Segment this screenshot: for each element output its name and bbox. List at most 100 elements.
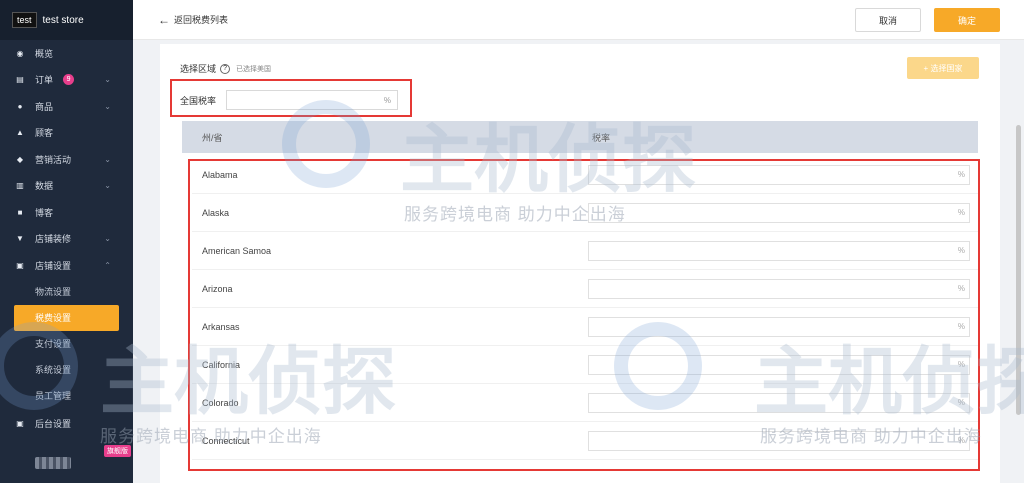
decoration-icon: ▼	[16, 234, 24, 244]
back-arrow-icon: ←	[158, 12, 170, 27]
chevron-icon[interactable]: ⌄	[104, 155, 111, 164]
national-rate-label: 全国税率	[180, 95, 217, 106]
state-rate-input[interactable]: %	[588, 316, 970, 337]
percent-unit: %	[383, 95, 392, 105]
product-icon: ●	[17, 101, 23, 111]
page-scrollbar[interactable]	[1016, 125, 1021, 415]
percent-unit: %	[957, 284, 965, 293]
region-selector: 选择区域 ? 已选择美国	[180, 62, 271, 75]
national-rate-input[interactable]: %	[226, 90, 399, 110]
back-link-label: 返回税费列表	[174, 15, 229, 25]
order-icon: ▤	[16, 75, 24, 85]
sidebar-item-label: 后台设置	[35, 419, 72, 430]
sidebar-item-customer[interactable]: ▲ 顾客	[0, 120, 133, 147]
sidebar-item-label: 概览	[35, 48, 54, 59]
topbar: ← 返回税费列表 取消 确定	[133, 0, 1024, 40]
state-name: American Samoa	[202, 245, 272, 256]
percent-unit: %	[957, 246, 965, 255]
sidebar-item-dashboard[interactable]: ◉ 概览	[0, 40, 133, 67]
order-count-badge: 9	[63, 74, 75, 86]
cancel-button[interactable]: 取消	[855, 8, 921, 32]
column-header-rate: 税率	[592, 132, 611, 143]
state-name: Arkansas	[202, 321, 240, 332]
sidebar-item-blog[interactable]: ■ 博客	[0, 199, 133, 226]
state-rate-input[interactable]: %	[588, 164, 970, 185]
chevron-icon[interactable]: ⌄	[104, 102, 111, 111]
chevron-icon[interactable]: ⌃	[104, 261, 111, 270]
store-header[interactable]: test test store	[0, 0, 133, 40]
help-icon[interactable]: ?	[220, 63, 231, 74]
back-to-tax-list-link[interactable]: ← 返回税费列表	[158, 13, 228, 27]
store-logo: test	[12, 12, 37, 28]
state-rate-input[interactable]: %	[588, 278, 970, 299]
marketing-icon: ◆	[16, 154, 24, 164]
backend-settings-icon: ▣	[16, 419, 24, 429]
chevron-icon[interactable]: ⌄	[104, 75, 111, 84]
sidebar-item-label: 数据	[35, 181, 54, 192]
sidebar-footer[interactable]: 旗舰版	[0, 445, 133, 477]
sidebar-subitem[interactable]: 税费设置	[14, 304, 119, 331]
state-name: Alabama	[202, 169, 238, 180]
sidebar-subitem[interactable]: 员工管理	[0, 383, 133, 409]
state-rate-input[interactable]: %	[588, 202, 970, 223]
store-name: test store	[42, 14, 84, 26]
sidebar-subitem[interactable]: 支付设置	[0, 331, 133, 357]
percent-unit: %	[957, 360, 965, 369]
state-rate-input[interactable]: %	[588, 430, 970, 451]
avatar[interactable]	[35, 457, 71, 469]
data-icon: ▥	[16, 181, 24, 191]
percent-unit: %	[957, 170, 965, 179]
sidebar-subitem[interactable]: 物流设置	[0, 279, 133, 305]
chevron-icon[interactable]: ⌄	[104, 234, 111, 243]
sidebar-item-label: 店铺设置	[35, 260, 72, 271]
sidebar-item-decoration[interactable]: ▼ 店铺装修 ⌄	[0, 226, 133, 253]
table-row: Alabama%	[192, 156, 978, 194]
plan-badge: 旗舰版	[104, 445, 131, 457]
national-rate-row: 全国税率 %	[180, 90, 399, 110]
table-row: Alaska%	[192, 194, 978, 232]
percent-unit: %	[957, 208, 965, 217]
table-row: Arizona%	[192, 270, 978, 308]
region-label: 选择区域	[180, 64, 217, 74]
sidebar-item-label: 店铺装修	[35, 234, 72, 245]
state-name: California	[202, 359, 241, 370]
sidebar-item-label: 订单	[35, 75, 54, 86]
percent-unit: %	[957, 322, 965, 331]
sidebar-item-order[interactable]: ▤ 订单 9 ⌄	[0, 67, 133, 94]
select-country-button[interactable]: + 选择国家	[907, 57, 979, 79]
customer-icon: ▲	[16, 128, 24, 138]
percent-unit: %	[957, 436, 965, 445]
sidebar-item-label: 博客	[35, 207, 54, 218]
sidebar-item-label: 顾客	[35, 128, 54, 139]
table-row: Connecticut%	[192, 422, 978, 460]
sidebar-item-settings[interactable]: ▣ 店铺设置 ⌃	[0, 252, 133, 279]
state-name: Alaska	[202, 207, 230, 218]
sidebar-item-product[interactable]: ● 商品 ⌄	[0, 93, 133, 120]
table-row: California%	[192, 346, 978, 384]
tax-settings-card: 选择区域 ? 已选择美国 + 选择国家 全国税率 % 州/省 税率 Alabam…	[160, 44, 1000, 483]
region-selected-text: 已选择美国	[236, 65, 272, 73]
table-row: Arkansas%	[192, 308, 978, 346]
state-name: Colorado	[202, 397, 239, 408]
chevron-icon[interactable]: ⌄	[104, 181, 111, 190]
state-rate-input[interactable]: %	[588, 354, 970, 375]
sidebar-item-label: 商品	[35, 101, 54, 112]
sidebar-item-backend-settings[interactable]: ▣ 后台设置	[0, 411, 133, 438]
dashboard-icon: ◉	[16, 48, 24, 58]
sidebar-subitem[interactable]: 系统设置	[0, 357, 133, 383]
blog-icon: ■	[17, 207, 23, 217]
sidebar-item-data[interactable]: ▥ 数据 ⌄	[0, 173, 133, 200]
sidebar-item-marketing[interactable]: ◆ 营销活动 ⌄	[0, 146, 133, 173]
confirm-button[interactable]: 确定	[934, 8, 1000, 32]
state-table-header: 州/省 税率	[182, 121, 978, 153]
state-name: Arizona	[202, 283, 233, 294]
sidebar: test test store ◉ 概览 ▤ 订单 9 ⌄ ● 商品 ⌄ ▲ 顾客 ◆ 营销活动 ⌄ ▥ 数据…	[0, 0, 133, 483]
state-name: Connecticut	[202, 435, 250, 446]
state-rate-input[interactable]: %	[588, 240, 970, 261]
state-rate-input[interactable]: %	[588, 392, 970, 413]
percent-unit: %	[957, 398, 965, 407]
settings-icon: ▣	[16, 260, 24, 270]
column-header-state: 州/省	[202, 132, 223, 143]
table-row: American Samoa%	[192, 232, 978, 270]
table-row: Colorado%	[192, 384, 978, 422]
